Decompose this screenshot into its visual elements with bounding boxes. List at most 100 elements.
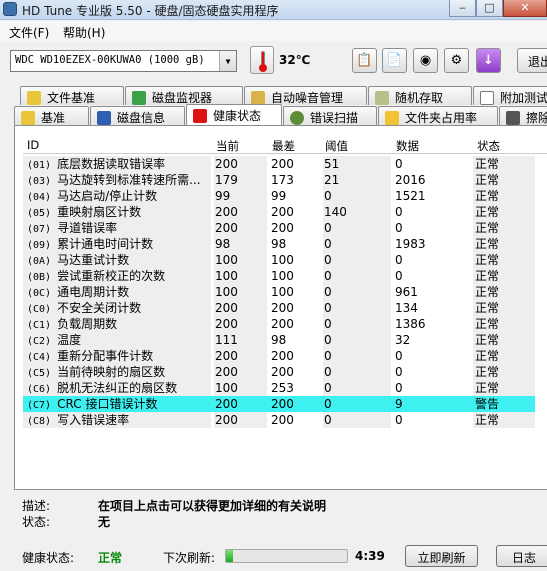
cell-threshold: 0 — [323, 300, 391, 316]
cell-id: (C7) CRC 接口错误计数 — [23, 396, 211, 412]
cell-current: 200 — [214, 412, 267, 428]
attribute-name: 马达重试计数 — [57, 253, 130, 267]
attribute-name: 温度 — [57, 333, 82, 347]
cell-data: 0 — [395, 269, 403, 283]
cell-data: 0 — [395, 221, 403, 235]
speaker-icon — [251, 91, 265, 105]
table-row[interactable]: (07) 寻道错误率 200 200 0 0 正常 — [23, 220, 547, 236]
folder-icon — [385, 111, 399, 125]
table-row[interactable]: (09) 累计通电时间计数 98 98 0 1983 正常 — [23, 236, 547, 252]
copy-screen-icon[interactable]: 📄 — [382, 48, 407, 73]
minimize-icon[interactable]: ‒ — [449, 0, 476, 17]
tab-health[interactable]: 健康状态 — [186, 104, 282, 125]
benchmark-icon — [21, 111, 35, 125]
attribute-id: (01) — [27, 160, 52, 171]
status-bar: 健康状态: 正常 下次刷新: 4:39 立即刷新 日志 — [0, 540, 547, 571]
toolbar: WDC WD10EZEX-00KUWA0 (1000 gB) ▼ 32℃ 📋 📄… — [0, 42, 547, 78]
cell-status: 正常 — [473, 188, 535, 204]
table-row[interactable]: (C5) 当前待映射的扇区数 200 200 0 0 正常 — [23, 364, 547, 380]
table-row[interactable]: (C4) 重新分配事件计数 200 200 0 0 正常 — [23, 348, 547, 364]
app-icon — [3, 2, 17, 16]
refresh-now-button[interactable]: 立即刷新 — [405, 545, 478, 567]
table-row[interactable]: (C8) 写入错误速率 200 200 0 0 正常 — [23, 412, 547, 428]
col-threshold[interactable]: 阈值 — [325, 138, 348, 154]
next-refresh-label: 下次刷新: — [163, 551, 216, 565]
table-row[interactable]: (04) 马达启动/停止计数 99 99 0 1521 正常 — [23, 188, 547, 204]
menu-help[interactable]: 帮助(H) — [63, 24, 105, 41]
log-button[interactable]: 日志 — [496, 545, 547, 567]
cell-worst: 100 — [271, 253, 294, 267]
tab-file-benchmark[interactable]: 文件基准 — [20, 86, 124, 105]
cell-current: 179 — [214, 172, 267, 188]
table-row[interactable]: (C1) 负载周期数 200 200 0 1386 正常 — [23, 316, 547, 332]
table-row[interactable]: (0C) 通电周期计数 100 100 0 961 正常 — [23, 284, 547, 300]
status-value: 无 — [98, 515, 111, 529]
refresh-countdown: 4:39 — [355, 549, 385, 563]
table-row[interactable]: (03) 马达旋转到标准转速所需... 179 173 21 2016 正常 — [23, 172, 547, 188]
cell-data: 0 — [395, 157, 403, 171]
tab-erase[interactable]: 擦除 — [499, 106, 547, 125]
table-row[interactable]: (0A) 马达重试计数 100 100 0 0 正常 — [23, 252, 547, 268]
cell-status: 正常 — [473, 300, 535, 316]
table-row[interactable]: (C0) 不安全关闭计数 200 200 0 134 正常 — [23, 300, 547, 316]
status-label: 状态: — [22, 515, 51, 529]
cell-id: (01) 底层数据读取错误率 — [23, 156, 211, 172]
col-worst[interactable]: 最差 — [272, 138, 295, 154]
attribute-id: (C5) — [27, 368, 52, 379]
cell-current: 200 — [214, 300, 267, 316]
tab-error-scan[interactable]: 错误扫描 — [283, 106, 377, 125]
cell-current: 200 — [214, 348, 267, 364]
cell-current: 99 — [214, 188, 267, 204]
cell-current: 100 — [214, 284, 267, 300]
copy-info-icon[interactable]: 📋 — [352, 48, 377, 73]
attribute-id: (05) — [27, 208, 52, 219]
tab-aam[interactable]: 自动噪音管理 — [244, 86, 367, 105]
camera-icon[interactable]: ◉ — [413, 48, 438, 73]
cell-status: 正常 — [473, 332, 535, 348]
table-row[interactable]: (0B) 尝试重新校正的次数 100 100 0 0 正常 — [23, 268, 547, 284]
cell-id: (C4) 重新分配事件计数 — [23, 348, 211, 364]
cell-status: 正常 — [473, 268, 535, 284]
table-row[interactable]: (C6) 脱机无法纠正的扇区数 100 253 0 0 正常 — [23, 380, 547, 396]
col-id[interactable]: ID — [27, 138, 39, 152]
drive-select[interactable]: WDC WD10EZEX-00KUWA0 (1000 gB) ▼ — [10, 50, 237, 72]
exit-button[interactable]: 退出 — [517, 48, 547, 73]
save-down-arrow-icon[interactable]: ↓ — [476, 48, 501, 73]
menu-file[interactable]: 文件(F) — [9, 24, 49, 41]
tab-random-access[interactable]: 随机存取 — [368, 86, 472, 105]
close-icon[interactable]: ✕ — [503, 0, 547, 17]
col-current[interactable]: 当前 — [216, 138, 239, 154]
table-row[interactable]: (05) 重映射扇区计数 200 200 140 0 正常 — [23, 204, 547, 220]
thermometer-icon[interactable] — [250, 46, 274, 74]
tab-extra-tests[interactable]: 附加测试 — [473, 86, 547, 105]
attribute-name: 不安全关闭计数 — [57, 301, 142, 315]
grid-header: ID 当前 最差 阈值 数据 状态 — [23, 134, 547, 154]
attribute-id: (C1) — [27, 320, 52, 331]
attribute-name: 脱机无法纠正的扇区数 — [57, 381, 178, 395]
cell-threshold: 0 — [323, 236, 391, 252]
options-icon[interactable]: ⚙ — [444, 48, 469, 73]
cell-id: (C5) 当前待映射的扇区数 — [23, 364, 211, 380]
health-panel: ID 当前 最差 阈值 数据 状态 (01) 底层数据读取错误率 200 200 51… — [14, 125, 547, 490]
tab-folder-usage[interactable]: 文件夹占用率 — [378, 106, 498, 125]
table-row[interactable]: (C2) 温度 111 98 0 32 正常 — [23, 332, 547, 348]
magnifier-icon — [290, 111, 304, 125]
cell-threshold: 140 — [323, 204, 391, 220]
cell-id: (0C) 通电周期计数 — [23, 284, 211, 300]
col-status[interactable]: 状态 — [477, 138, 500, 154]
refresh-progress-fill — [226, 550, 234, 562]
cell-id: (C6) 脱机无法纠正的扇区数 — [23, 380, 211, 396]
col-data[interactable]: 数据 — [396, 138, 419, 154]
maximize-icon[interactable]: □ — [476, 0, 503, 17]
cell-id: (09) 累计通电时间计数 — [23, 236, 211, 252]
attribute-name: 负载周期数 — [57, 317, 118, 331]
chevron-down-icon[interactable]: ▼ — [219, 51, 236, 71]
disk-monitor-icon — [132, 91, 146, 105]
table-row[interactable]: (01) 底层数据读取错误率 200 200 51 0 正常 — [23, 156, 547, 172]
table-row[interactable]: (C7) CRC 接口错误计数 200 200 0 9 警告 — [23, 396, 547, 412]
tab-benchmark[interactable]: 基准 — [14, 106, 89, 125]
tab-disk-monitor[interactable]: 磁盘监视器 — [125, 86, 243, 105]
cell-status: 正常 — [473, 204, 535, 220]
tab-disk-info[interactable]: 磁盘信息 — [90, 106, 185, 125]
attribute-id: (0A) — [27, 256, 52, 267]
